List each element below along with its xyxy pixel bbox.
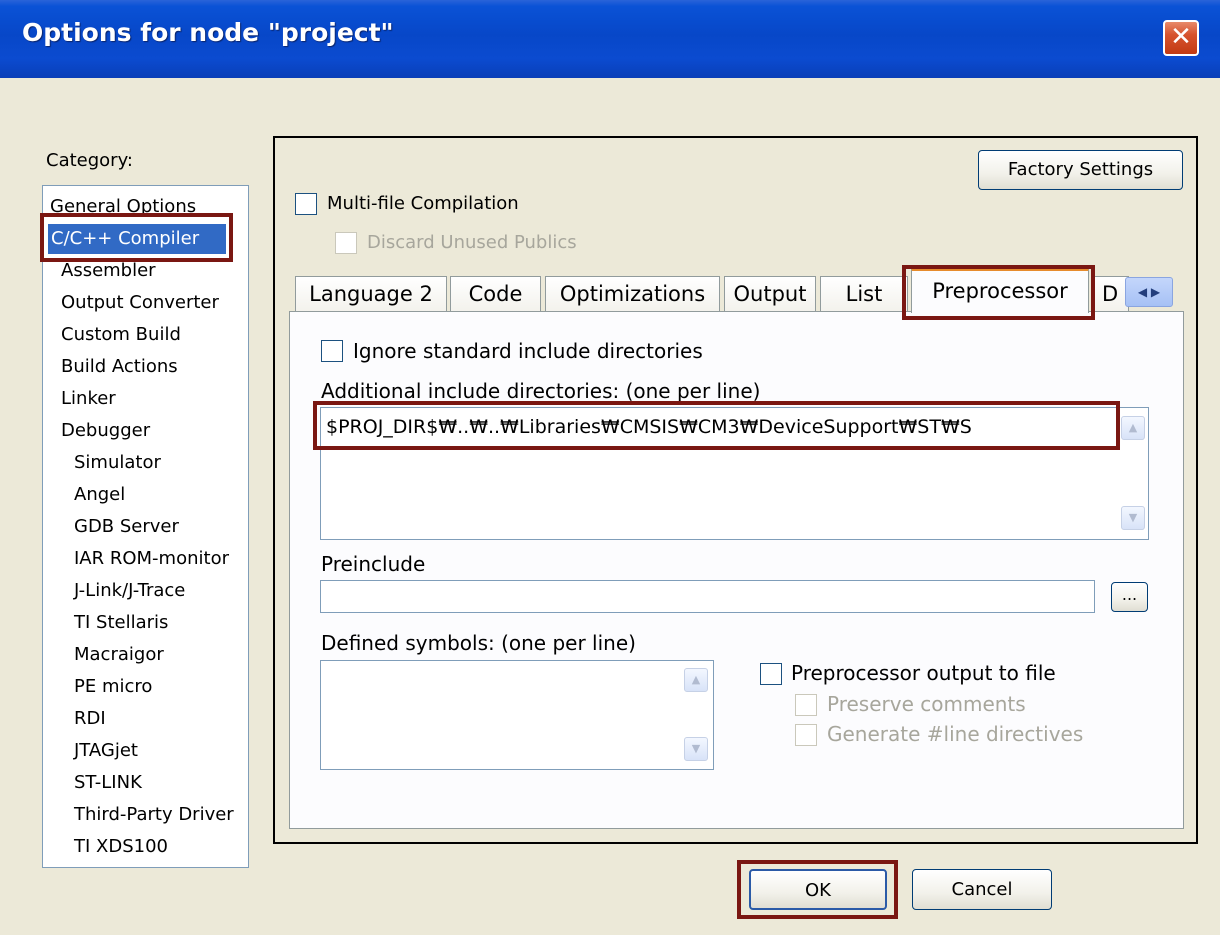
- scroll-down-icon[interactable]: ▼: [1121, 506, 1145, 530]
- category-item-angel[interactable]: Angel: [43, 480, 248, 510]
- additional-include-label: Additional include directories: (one per…: [321, 379, 761, 403]
- tab-scroll-buttons[interactable]: ◀ ▶: [1125, 277, 1173, 307]
- multi-file-compilation-checkbox[interactable]: [295, 193, 317, 215]
- category-item-simulator[interactable]: Simulator: [43, 448, 248, 478]
- tab-language-2[interactable]: Language 2: [295, 276, 447, 312]
- defined-symbols-textarea[interactable]: [320, 660, 714, 770]
- preinclude-label: Preinclude: [321, 552, 426, 576]
- close-button[interactable]: ✕: [1163, 20, 1199, 56]
- tab-code[interactable]: Code: [450, 276, 541, 312]
- tab-d-truncated[interactable]: D: [1093, 276, 1129, 312]
- discard-unused-publics-checkbox: [335, 232, 357, 254]
- preserve-comments-label: Preserve comments: [827, 692, 1026, 716]
- category-item-linker[interactable]: Linker: [43, 384, 248, 414]
- multi-file-compilation-label: Multi-file Compilation: [327, 193, 519, 214]
- window-title: Options for node "project": [22, 18, 394, 47]
- category-label: Category:: [46, 150, 133, 171]
- category-item-jtagjet[interactable]: JTAGjet: [43, 736, 248, 766]
- preprocessor-output-label: Preprocessor output to file: [791, 661, 1056, 685]
- generate-line-directives-label: Generate #line directives: [827, 722, 1084, 746]
- title-bar[interactable]: Options for node "project" ✕: [0, 0, 1220, 78]
- category-item-assembler[interactable]: Assembler: [43, 256, 248, 286]
- category-list[interactable]: General Options C/C++ Compiler Assembler…: [42, 185, 249, 868]
- category-item-build-actions[interactable]: Build Actions: [43, 352, 248, 382]
- tab-output[interactable]: Output: [724, 276, 816, 312]
- tab-optimizations[interactable]: Optimizations: [545, 276, 720, 312]
- cancel-button[interactable]: Cancel: [912, 869, 1052, 910]
- category-item-rdi[interactable]: RDI: [43, 704, 248, 734]
- category-item-ti-xds100[interactable]: TI XDS100: [43, 832, 248, 862]
- defined-scroll-up-icon[interactable]: ▲: [684, 668, 708, 692]
- category-item-pe-micro[interactable]: PE micro: [43, 672, 248, 702]
- preinclude-browse-button[interactable]: ...: [1111, 582, 1148, 612]
- chevron-right-icon[interactable]: ▶: [1151, 285, 1160, 299]
- ignore-standard-include-checkbox[interactable]: [321, 340, 343, 362]
- additional-include-value: $PROJ_DIR$₩..₩..₩Libraries₩CMSIS₩CM3₩Dev…: [326, 416, 972, 438]
- preinclude-input[interactable]: [320, 580, 1095, 613]
- tab-preprocessor[interactable]: Preprocessor: [911, 268, 1089, 313]
- category-item-jlink-jtrace[interactable]: J-Link/J-Trace: [43, 576, 248, 606]
- category-item-output-converter[interactable]: Output Converter: [43, 288, 248, 318]
- category-item-iar-rom-monitor[interactable]: IAR ROM-monitor: [43, 544, 248, 574]
- ignore-standard-include-label: Ignore standard include directories: [353, 339, 703, 363]
- preprocessor-output-checkbox[interactable]: [760, 663, 782, 685]
- defined-scroll-down-icon[interactable]: ▼: [684, 737, 708, 761]
- additional-include-textarea[interactable]: $PROJ_DIR$₩..₩..₩Libraries₩CMSIS₩CM3₩Dev…: [320, 407, 1149, 540]
- category-item-st-link[interactable]: ST-LINK: [43, 768, 248, 798]
- category-item-third-party-driver[interactable]: Third-Party Driver: [43, 800, 248, 830]
- category-item-debugger[interactable]: Debugger: [43, 416, 248, 446]
- tab-list[interactable]: List: [820, 276, 908, 312]
- ok-button[interactable]: OK: [749, 869, 887, 910]
- category-item-custom-build[interactable]: Custom Build: [43, 320, 248, 350]
- generate-line-directives-checkbox: [795, 724, 817, 746]
- category-item-ti-stellaris[interactable]: TI Stellaris: [43, 608, 248, 638]
- discard-unused-publics-label: Discard Unused Publics: [367, 232, 577, 253]
- scroll-up-icon[interactable]: ▲: [1121, 416, 1145, 440]
- chevron-left-icon[interactable]: ◀: [1138, 285, 1147, 299]
- category-item-general-options[interactable]: General Options: [43, 192, 248, 222]
- category-item-macraigor[interactable]: Macraigor: [43, 640, 248, 670]
- category-item-c-cpp-compiler[interactable]: C/C++ Compiler: [48, 224, 226, 254]
- close-icon: ✕: [1170, 22, 1192, 52]
- category-item-gdb-server[interactable]: GDB Server: [43, 512, 248, 542]
- defined-symbols-label: Defined symbols: (one per line): [321, 631, 636, 655]
- options-dialog: Options for node "project" ✕ Category: G…: [0, 0, 1220, 935]
- factory-settings-button[interactable]: Factory Settings: [978, 150, 1183, 190]
- preserve-comments-checkbox: [795, 694, 817, 716]
